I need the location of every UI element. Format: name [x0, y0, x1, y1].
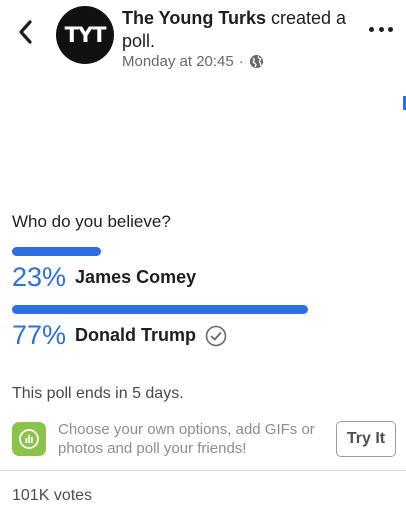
more-dots-icon — [388, 26, 393, 32]
divider — [0, 470, 406, 471]
vote-count[interactable]: 101K votes — [12, 487, 92, 505]
poll-chart-icon — [19, 429, 39, 449]
post-author-line: The Young Turks created a poll. — [122, 7, 352, 53]
poll-end-notice: This poll ends in 5 days. — [12, 385, 184, 402]
post-meta: Monday at 20:45 · — [122, 53, 264, 70]
check-circle-icon — [205, 325, 227, 347]
poll-promo-text: Choose your own options, add GIFs or pho… — [58, 421, 315, 457]
chevron-left-icon — [19, 20, 32, 44]
poll-option-2[interactable]: 77% Donald Trump — [12, 320, 227, 351]
avatar-logo-text: TYT — [64, 23, 107, 47]
avatar[interactable]: TYT — [56, 6, 114, 64]
poll-option-label-1: James Comey — [75, 267, 197, 287]
try-it-button[interactable]: Try It — [336, 421, 396, 457]
author-name[interactable]: The Young Turks — [122, 8, 266, 28]
poll-promo-icon — [12, 422, 46, 456]
post-header: TYT The Young Turks created a poll. Mond… — [0, 0, 406, 110]
more-options-button[interactable] — [369, 22, 393, 36]
poll-percent-2: 77% — [12, 320, 67, 350]
more-dots-icon — [378, 26, 384, 32]
poll-option-1[interactable]: 23% James Comey — [12, 262, 196, 293]
meta-separator: · — [238, 53, 244, 70]
poll-question: Who do you believe? — [12, 212, 171, 231]
poll-result-bar-1 — [12, 247, 101, 256]
globe-icon — [249, 54, 263, 69]
poll-percent-1: 23% — [12, 262, 67, 292]
poll-result-bar-2 — [12, 305, 308, 314]
post-timestamp[interactable]: Monday at 20:45 — [122, 53, 234, 70]
back-button[interactable] — [14, 18, 38, 46]
more-dots-icon — [369, 26, 374, 32]
poll-option-label-2: Donald Trump — [75, 325, 197, 345]
